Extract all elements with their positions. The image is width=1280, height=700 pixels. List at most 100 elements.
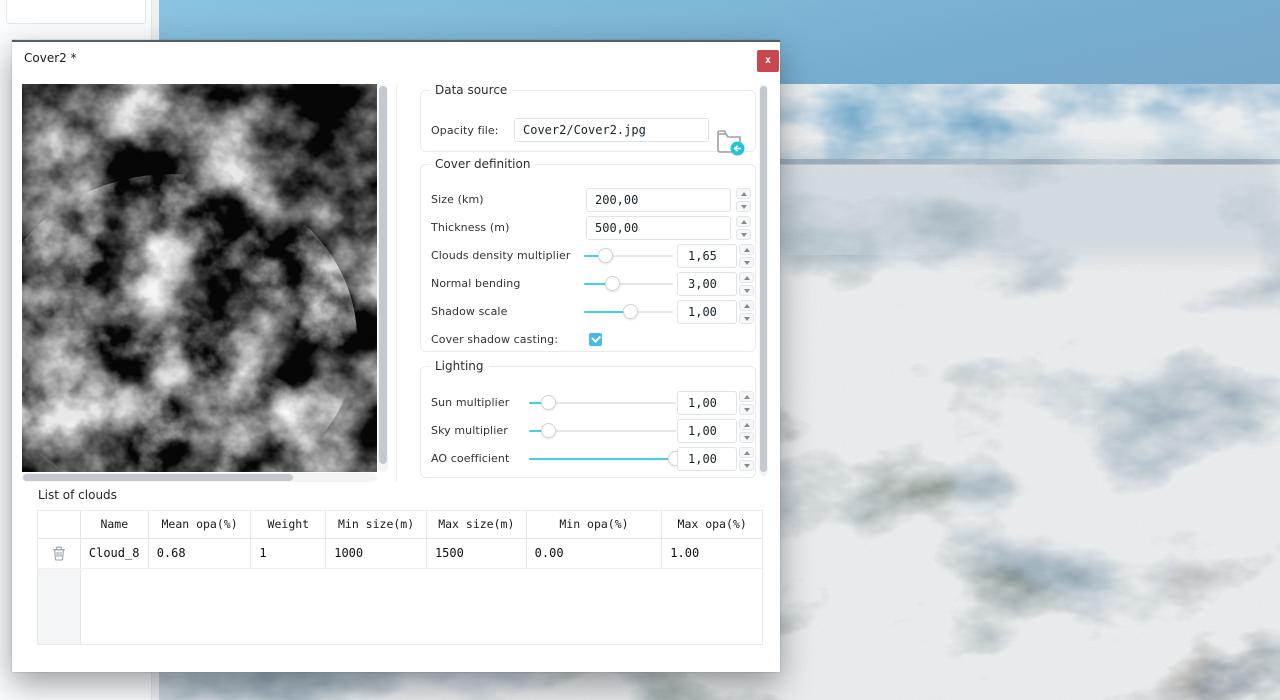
chevron-up-icon xyxy=(741,220,747,224)
ao-spinner xyxy=(739,447,754,471)
table-header-row: Name Mean opa(%) Weight Min size(m) Max … xyxy=(38,511,762,539)
thickness-row: Thickness (m) xyxy=(421,214,755,242)
preview-vertical-scrollbar[interactable] xyxy=(378,84,388,472)
density-slider[interactable] xyxy=(584,248,673,264)
lighting-group: Lighting Sun multiplier Sky multiplier xyxy=(420,366,756,478)
thickness-label: Thickness (m) xyxy=(431,221,509,234)
chevron-down-icon xyxy=(741,205,747,209)
size-row: Size (km) xyxy=(421,186,755,214)
spin-up-button[interactable] xyxy=(739,447,754,458)
sky-value-input[interactable] xyxy=(677,419,737,443)
chevron-up-icon xyxy=(744,423,750,427)
chevron-down-icon xyxy=(741,233,747,237)
spin-down-button[interactable] xyxy=(736,229,751,240)
clouds-table: Name Mean opa(%) Weight Min size(m) Max … xyxy=(37,510,763,645)
slider-fill xyxy=(529,458,675,460)
bending-value-input[interactable] xyxy=(677,272,737,296)
chevron-down-icon xyxy=(744,408,750,412)
opacity-map-preview[interactable] xyxy=(22,84,377,472)
preview-horizontal-scrollbar[interactable] xyxy=(22,473,377,482)
data-source-group: Data source Opacity file: xyxy=(420,90,756,152)
chevron-down-icon xyxy=(744,317,750,321)
density-value-input[interactable] xyxy=(677,244,737,268)
slider-knob[interactable] xyxy=(598,248,613,263)
cell-min-opa: 0.00 xyxy=(527,539,663,568)
sun-value-input[interactable] xyxy=(677,391,737,415)
spin-up-button[interactable] xyxy=(739,244,754,255)
close-button[interactable]: x xyxy=(757,50,779,72)
folder-open-icon xyxy=(715,127,747,157)
sky-slider[interactable] xyxy=(529,423,676,439)
bending-spinner xyxy=(739,272,754,296)
thickness-input[interactable] xyxy=(586,216,731,240)
size-input[interactable] xyxy=(586,188,731,212)
spin-up-button[interactable] xyxy=(739,419,754,430)
sky-row: Sky multiplier xyxy=(421,417,755,445)
horizontal-scroll-thumb[interactable] xyxy=(23,474,293,481)
header-min-opa: Min opa(%) xyxy=(527,511,663,539)
dialog-title: Cover2 * xyxy=(24,51,77,65)
spin-up-button[interactable] xyxy=(739,391,754,402)
spin-down-button[interactable] xyxy=(736,201,751,212)
opacity-file-input[interactable] xyxy=(514,118,709,142)
ao-value-input[interactable] xyxy=(677,447,737,471)
shadow-casting-row: Cover shadow casting: xyxy=(421,326,755,354)
sun-row: Sun multiplier xyxy=(421,389,755,417)
group-title: Data source xyxy=(430,83,512,97)
cell-max-size: 1500 xyxy=(427,539,527,568)
chevron-up-icon xyxy=(744,248,750,252)
opacity-file-label: Opacity file: xyxy=(431,124,499,137)
chevron-up-icon xyxy=(744,304,750,308)
chevron-down-icon xyxy=(744,289,750,293)
sun-slider[interactable] xyxy=(529,395,676,411)
row-actions xyxy=(38,539,81,568)
sidebar-toolbar-box xyxy=(6,0,146,24)
density-spinner xyxy=(739,244,754,268)
spin-up-button[interactable] xyxy=(739,272,754,283)
spin-down-button[interactable] xyxy=(739,257,754,268)
shadow-scale-value-input[interactable] xyxy=(677,300,737,324)
sky-spinner xyxy=(739,419,754,443)
cell-name: Cloud_8 xyxy=(81,539,149,568)
bending-row: Normal bending xyxy=(421,270,755,298)
chevron-down-icon xyxy=(744,436,750,440)
bending-label: Normal bending xyxy=(431,277,520,290)
header-max-size: Max size(m) xyxy=(427,511,527,539)
bending-slider[interactable] xyxy=(584,276,673,292)
slider-knob[interactable] xyxy=(541,395,556,410)
spin-up-button[interactable] xyxy=(739,300,754,311)
shadow-casting-checkbox[interactable] xyxy=(589,333,602,346)
spin-up-button[interactable] xyxy=(736,188,751,199)
cloud-opacity-texture xyxy=(22,84,377,472)
slider-knob[interactable] xyxy=(605,276,620,291)
settings-scroll-thumb[interactable] xyxy=(760,86,767,472)
vertical-scroll-thumb[interactable] xyxy=(379,86,387,464)
settings-vertical-scrollbar[interactable] xyxy=(759,84,768,476)
thickness-spinner xyxy=(736,216,751,240)
spin-down-button[interactable] xyxy=(739,285,754,296)
table-row[interactable]: Cloud_8 0.68 1 1000 1500 0.00 1.00 xyxy=(38,539,762,569)
ao-slider[interactable] xyxy=(529,451,676,467)
spin-down-button[interactable] xyxy=(739,404,754,415)
cell-min-size: 1000 xyxy=(326,539,427,568)
sun-label: Sun multiplier xyxy=(431,396,509,409)
slider-knob[interactable] xyxy=(541,423,556,438)
cover-definition-group: Cover definition Size (km) Thickness (m)… xyxy=(420,164,756,352)
chevron-up-icon xyxy=(744,451,750,455)
chevron-up-icon xyxy=(744,276,750,280)
chevron-up-icon xyxy=(741,192,747,196)
trash-icon[interactable] xyxy=(52,545,66,561)
size-spinner xyxy=(736,188,751,212)
spin-up-button[interactable] xyxy=(736,216,751,227)
spin-down-button[interactable] xyxy=(739,313,754,324)
spin-down-button[interactable] xyxy=(739,460,754,471)
cell-mean-opa: 0.68 xyxy=(149,539,252,568)
header-name: Name xyxy=(81,511,149,539)
slider-knob[interactable] xyxy=(623,304,638,319)
cover2-dialog: Cover2 * x xyxy=(12,40,780,672)
spin-down-button[interactable] xyxy=(739,432,754,443)
chevron-down-icon xyxy=(744,464,750,468)
browse-file-button[interactable] xyxy=(715,127,747,157)
shadow-scale-slider[interactable] xyxy=(584,304,673,320)
cell-max-opa: 1.00 xyxy=(662,539,762,568)
